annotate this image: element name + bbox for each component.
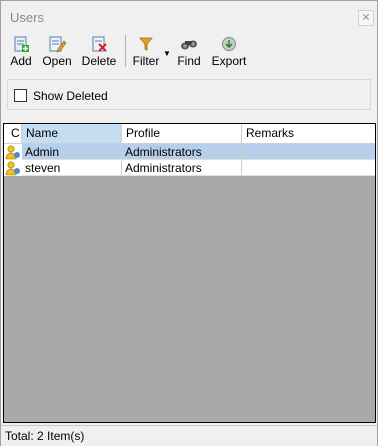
filter-button[interactable]: Filter [131, 32, 161, 70]
cell-profile: Administrators [122, 160, 242, 176]
delete-icon [92, 36, 107, 52]
delete-button[interactable]: Delete [80, 32, 118, 70]
show-deleted-checkbox[interactable] [14, 89, 27, 102]
column-header-profile[interactable]: Profile [122, 124, 242, 143]
options-panel: Show Deleted [7, 79, 371, 110]
grid-header: C Name Profile Remarks [4, 124, 375, 144]
open-label: Open [42, 54, 72, 68]
add-icon [14, 36, 29, 52]
cell-name: steven [22, 160, 122, 176]
users-grid[interactable]: C Name Profile Remarks Admin Administrat… [3, 123, 376, 423]
title-bar: Users ✕ [1, 1, 377, 31]
export-button[interactable]: Export [209, 32, 249, 70]
user-icon [5, 161, 20, 176]
cell-remarks [242, 160, 375, 176]
open-icon [49, 36, 67, 53]
status-text: Total: 2 Item(s) [5, 429, 85, 443]
find-label: Find [177, 54, 201, 68]
add-label: Add [10, 54, 32, 68]
toolbar-separator [125, 35, 126, 67]
toolbar: Add Open Delete Filter ▼ Find Export [5, 32, 371, 70]
cell-remarks [242, 144, 375, 160]
column-header-remarks[interactable]: Remarks [242, 124, 375, 143]
close-icon: ✕ [361, 12, 371, 24]
filter-label: Filter [132, 54, 160, 68]
table-row[interactable]: Admin Administrators [4, 144, 375, 160]
find-icon [181, 40, 197, 50]
cell-profile: Administrators [122, 144, 242, 160]
status-bar: Total: 2 Item(s) [1, 425, 377, 446]
delete-label: Delete [81, 54, 117, 68]
close-button[interactable]: ✕ [358, 10, 374, 26]
cell-name: Admin [22, 144, 122, 160]
filter-icon [139, 37, 153, 51]
column-header-name[interactable]: Name [22, 124, 122, 143]
export-label: Export [211, 54, 247, 68]
find-button[interactable]: Find [175, 32, 203, 70]
column-header-c[interactable]: C [4, 124, 22, 143]
window-title: Users [10, 10, 44, 25]
add-button[interactable]: Add [7, 32, 35, 70]
export-icon [222, 37, 236, 51]
table-row[interactable]: steven Administrators [4, 160, 375, 176]
user-icon [5, 145, 20, 160]
chevron-down-icon[interactable]: ▼ [163, 49, 171, 58]
show-deleted-label[interactable]: Show Deleted [33, 89, 108, 103]
users-window: Users ✕ Add Open Delete Filter ▼ Find Ex… [0, 0, 378, 446]
open-button[interactable]: Open [41, 32, 73, 70]
